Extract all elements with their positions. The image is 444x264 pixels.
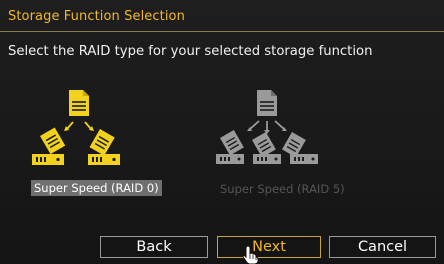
raid5-diagram-icon [216, 90, 318, 164]
raid5-option[interactable]: Super Speed (RAID 5) [206, 84, 345, 202]
hand-cursor-icon [243, 245, 259, 264]
raid0-diagram-icon [32, 90, 120, 165]
dialog-title: Storage Function Selection [8, 9, 185, 24]
back-button[interactable]: Back [100, 236, 208, 258]
raid0-option[interactable]: Super Speed (RAID 0) [20, 84, 162, 202]
raid5-label[interactable]: Super Speed (RAID 5) [217, 181, 348, 197]
dialog-subtitle: Select the RAID type for your selected s… [8, 44, 373, 59]
next-button[interactable]: Next [217, 236, 321, 258]
raid0-label[interactable]: Super Speed (RAID 0) [31, 180, 162, 196]
title-divider [0, 31, 444, 32]
storage-function-dialog: Storage Function Selection Select the RA… [0, 0, 444, 264]
cancel-button[interactable]: Cancel [329, 236, 436, 258]
